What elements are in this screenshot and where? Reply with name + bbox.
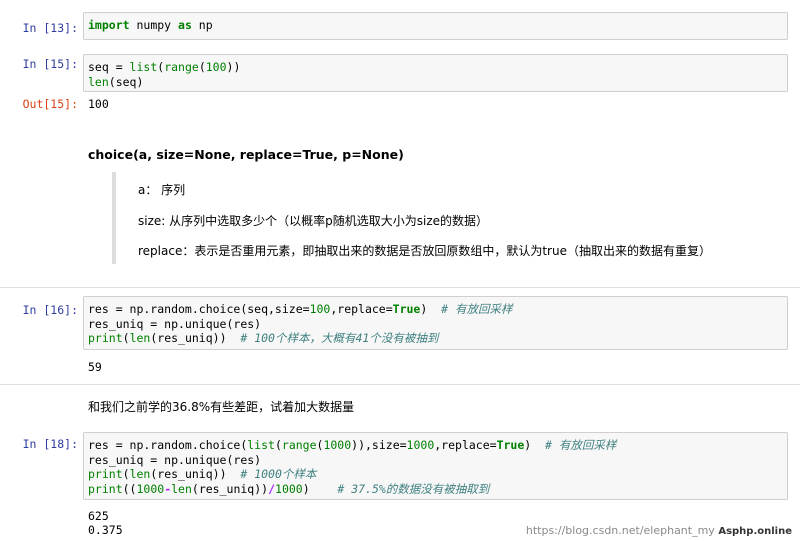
code-text: import numpy as np (88, 18, 213, 32)
code-input[interactable]: import numpy as np (83, 12, 788, 40)
code-input[interactable]: res = np.random.choice(seq,size=100,repl… (83, 296, 788, 350)
input-prompt: In [13]: (22, 21, 78, 35)
watermark-url: https://blog.csdn.net/elephant_my (525, 524, 715, 537)
markdown-heading: choice(a, size=None, replace=True, p=Non… (88, 147, 404, 162)
input-prompt: In [15]: (22, 57, 78, 71)
cell-separator (0, 287, 800, 288)
markdown-note: 和我们之前学的36.8%有些差距，试着加大数据量 (88, 400, 355, 414)
param-size-desc: size: 从序列中选取多少个（以概率p随机选取大小为size的数据） (138, 214, 489, 228)
code-cell-15[interactable]: In [15]: seq = list(range(100)) len(seq)… (0, 50, 800, 120)
code-cell-16[interactable]: In [16]: res = np.random.choice(seq,size… (0, 292, 800, 382)
code-input[interactable]: seq = list(range(100)) len(seq) (83, 54, 788, 92)
cell-output-line-1: 625 (88, 509, 109, 523)
output-prompt: Out[15]: (22, 97, 78, 111)
watermark-site: Asphp.online (718, 526, 792, 537)
param-replace-desc: replace：表示是否重用元素，即抽取出来的数据是否放回原数组中，默认为tru… (138, 244, 711, 258)
code-text: res = np.random.choice(seq,size=100,repl… (88, 302, 513, 345)
cell-output: 59 (88, 360, 102, 374)
code-text: seq = list(range(100)) len(seq) (88, 60, 241, 89)
code-text: res = np.random.choice(list(range(1000))… (88, 438, 617, 496)
input-prompt: In [18]: (22, 437, 78, 451)
input-prompt: In [16]: (22, 303, 78, 317)
cell-separator (0, 384, 800, 385)
blockquote: a： 序列 size: 从序列中选取多少个（以概率p随机选取大小为size的数据… (112, 172, 772, 264)
param-a-desc: a： 序列 (138, 183, 186, 197)
cell-output: 100 (88, 97, 109, 111)
code-input[interactable]: res = np.random.choice(list(range(1000))… (83, 432, 788, 500)
code-cell-13[interactable]: In [13]: import numpy as np (0, 0, 800, 50)
watermark: https://blog.csdn.net/elephant_my Asphp.… (526, 524, 792, 537)
cell-output-line-2: 0.375 (88, 523, 123, 537)
